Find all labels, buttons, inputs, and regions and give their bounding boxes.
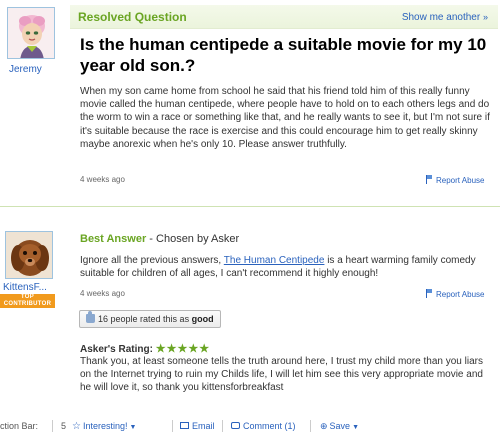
show-another-arrow-icon: »	[482, 12, 488, 22]
email-button[interactable]: Email	[180, 417, 215, 435]
answer-report-abuse-link[interactable]: Report Abuse	[426, 289, 484, 299]
asker-rating-label: Asker's Rating:	[80, 344, 153, 355]
chevron-down-icon: ▼	[352, 424, 359, 431]
interesting-label: Interesting!	[82, 421, 128, 431]
question-header: Resolved Question Show me another »	[70, 5, 498, 29]
mail-icon	[180, 422, 189, 429]
question-timestamp: 4 weeks ago	[80, 175, 125, 184]
flag-icon	[426, 175, 433, 184]
question-body: When my son came home from school he sai…	[80, 86, 490, 150]
asker-name-link[interactable]: Jeremy	[9, 64, 42, 75]
question-status: Resolved Question	[78, 10, 187, 24]
action-bar-label: ction Bar:	[0, 421, 39, 431]
rated-value: good	[191, 314, 214, 324]
top-contributor-badge: TOP CONTRIBUTOR	[0, 294, 55, 308]
question-title: Is the human centipede a suitable movie …	[80, 35, 487, 75]
best-answer-label: Best Answer	[80, 233, 147, 245]
action-bar: ction Bar: 5 ☆ Interesting! ▼ Email Commen…	[0, 417, 500, 435]
question-report-abuse-link[interactable]: Report Abuse	[426, 175, 484, 185]
flag-icon	[426, 289, 433, 298]
profile-avatar-icon	[8, 8, 54, 58]
action-separator	[172, 420, 173, 432]
answer-body-start: Ignore all the previous answers,	[80, 255, 224, 266]
star-icon: ☆	[72, 421, 81, 432]
chosen-by-label: - Chosen by Asker	[146, 233, 240, 245]
asker-rating-comment: Thank you, at least someone tells the tr…	[80, 356, 483, 394]
email-label: Email	[192, 421, 215, 431]
interesting-count: 5	[61, 421, 67, 431]
puppy-avatar-icon	[6, 232, 52, 278]
show-another-label: Show me another	[401, 12, 481, 23]
comment-button[interactable]: Comment (1)	[231, 417, 296, 435]
answerer-name-link[interactable]: KittensF...	[3, 282, 47, 293]
rating-stars: ★★★★★	[155, 343, 211, 355]
answer-body: Ignore all the previous answers, The Hum…	[80, 254, 490, 280]
comment-icon	[231, 422, 240, 429]
interesting-button[interactable]: ☆ Interesting! ▼	[72, 417, 136, 437]
action-separator	[52, 420, 53, 432]
show-another-link[interactable]: Show me another »	[402, 12, 488, 23]
best-answer-heading: Best Answer - Chosen by Asker	[80, 233, 239, 245]
action-separator	[310, 420, 311, 432]
report-abuse-label: Report Abuse	[436, 176, 485, 185]
section-divider	[0, 206, 500, 207]
asker-rating: Asker's Rating: ★★★★★	[80, 342, 210, 355]
rated-prefix: 16 people rated this as	[98, 314, 192, 324]
save-label: Save	[329, 421, 351, 431]
rating-summary-button[interactable]: 16 people rated this as good	[79, 310, 221, 328]
comment-label: Comment (1)	[243, 421, 296, 431]
answerer-avatar[interactable]	[5, 231, 53, 279]
action-separator	[222, 420, 223, 432]
save-button[interactable]: ⊕ Save ▼	[320, 417, 359, 437]
asker-avatar[interactable]	[7, 7, 55, 59]
answer-timestamp: 4 weeks ago	[80, 289, 125, 298]
thumbs-up-icon	[86, 311, 95, 323]
save-icon: ⊕	[320, 421, 328, 431]
report-abuse-label: Report Abuse	[436, 290, 485, 299]
chevron-down-icon: ▼	[129, 424, 137, 431]
human-centipede-link[interactable]: The Human Centipede	[224, 255, 325, 266]
